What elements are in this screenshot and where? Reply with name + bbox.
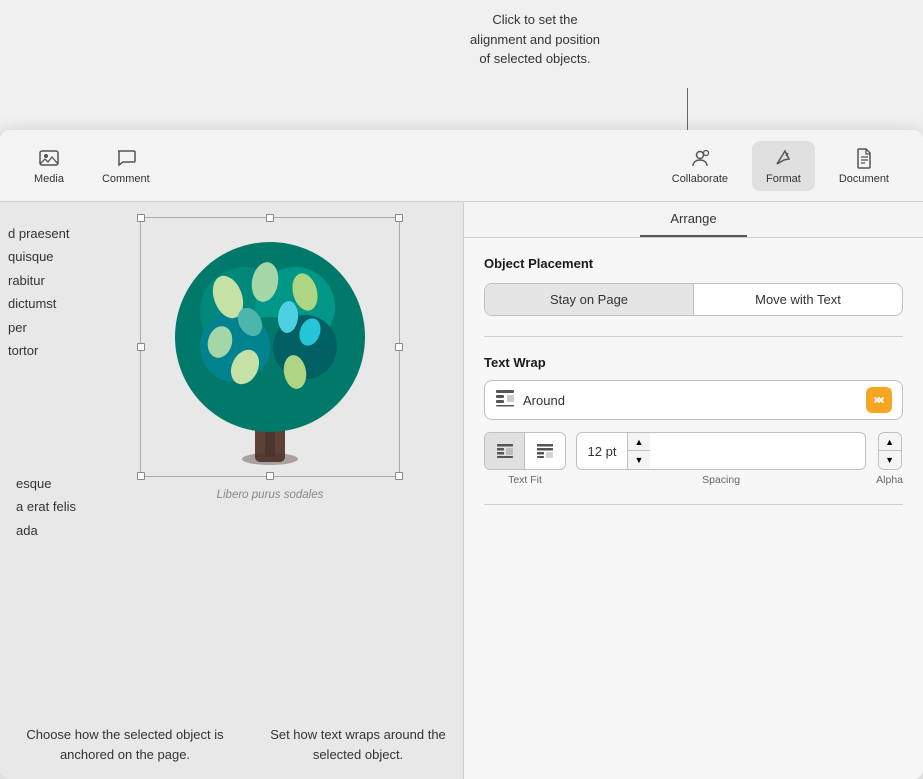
document-button[interactable]: Document <box>825 141 903 191</box>
spacing-group: 12 pt ▲ ▼ Spacing <box>576 432 866 486</box>
text-fit-label: Text Fit <box>508 474 542 486</box>
comment-button[interactable]: Comment <box>88 141 164 191</box>
alpha-group: ▲ ▼ Alpha <box>876 432 903 486</box>
main-window: Media Comment Collaborate Format <box>0 130 923 779</box>
image-caption: Libero purus sodales <box>140 489 400 501</box>
collaborate-button[interactable]: Collaborate <box>658 141 742 191</box>
handle-middle-right[interactable] <box>395 343 403 351</box>
content-area: d praesent quisque rabitur dictumst per … <box>0 202 923 779</box>
move-with-text-button[interactable]: Move with Text <box>694 284 902 315</box>
spacing-spinner: 12 pt ▲ ▼ <box>576 432 866 470</box>
document-canvas: d praesent quisque rabitur dictumst per … <box>0 202 463 779</box>
comment-icon <box>115 147 137 169</box>
object-placement-section: Object Placement Stay on Page Move with … <box>484 256 903 316</box>
media-icon <box>38 147 60 169</box>
handle-bottom-right[interactable] <box>395 472 403 480</box>
handle-top-middle[interactable] <box>266 214 274 222</box>
bottom-annotation-left: Choose how the selected object is anchor… <box>20 725 230 764</box>
text-content-bottom: esque a erat felis ada <box>8 472 163 542</box>
spacing-decrement[interactable]: ▼ <box>628 451 650 469</box>
alpha-label: Alpha <box>876 474 903 486</box>
panel-content: Object Placement Stay on Page Move with … <box>464 238 923 541</box>
text-wrap-controls: Text Fit 12 pt ▲ ▼ Spacing <box>484 432 903 486</box>
text-fit-button-2[interactable] <box>525 433 565 469</box>
object-placement-title: Object Placement <box>484 256 903 271</box>
handle-middle-left[interactable] <box>137 343 145 351</box>
document-icon <box>853 147 875 169</box>
section-divider-2 <box>484 504 903 505</box>
text-wrap-value: Around <box>523 393 866 408</box>
tooltip: Click to set the alignment and position … <box>380 10 690 69</box>
selection-box <box>140 217 400 477</box>
tab-arrange[interactable]: Arrange <box>640 202 746 237</box>
toolbar: Media Comment Collaborate Format <box>0 130 923 202</box>
format-button[interactable]: Format <box>752 141 815 191</box>
alpha-increment[interactable]: ▲ <box>879 433 901 451</box>
selected-image[interactable]: Libero purus sodales <box>140 217 400 477</box>
collaborate-icon <box>689 147 711 169</box>
bottom-annotation-right: Set how text wraps around the selected o… <box>268 725 448 764</box>
spacing-increment[interactable]: ▲ <box>628 433 650 451</box>
format-icon <box>772 147 794 169</box>
text-wrap-section: Text Wrap Around <box>484 355 903 486</box>
alpha-spinner: ▲ ▼ <box>878 432 902 470</box>
right-panel: Arrange Object Placement Stay on Page Mo… <box>463 202 923 779</box>
wrap-around-icon <box>495 389 515 412</box>
spacing-label: Spacing <box>702 474 740 486</box>
tab-bar: Arrange <box>464 202 923 238</box>
text-content-top: d praesent quisque rabitur dictumst per … <box>0 222 155 362</box>
handle-top-left[interactable] <box>137 214 145 222</box>
text-fit-group: Text Fit <box>484 432 566 486</box>
text-fit-buttons <box>484 432 566 470</box>
alpha-decrement[interactable]: ▼ <box>879 451 901 469</box>
handle-bottom-middle[interactable] <box>266 472 274 480</box>
handle-top-right[interactable] <box>395 214 403 222</box>
placement-buttons: Stay on Page Move with Text <box>484 283 903 316</box>
dropdown-arrow <box>866 387 892 413</box>
spacing-value: 12 pt <box>577 440 627 463</box>
media-button[interactable]: Media <box>20 141 78 191</box>
text-wrap-title: Text Wrap <box>484 355 903 370</box>
text-wrap-dropdown[interactable]: Around <box>484 380 903 420</box>
stay-on-page-button[interactable]: Stay on Page <box>485 284 693 315</box>
section-divider <box>484 336 903 337</box>
text-fit-button-1[interactable] <box>485 433 525 469</box>
